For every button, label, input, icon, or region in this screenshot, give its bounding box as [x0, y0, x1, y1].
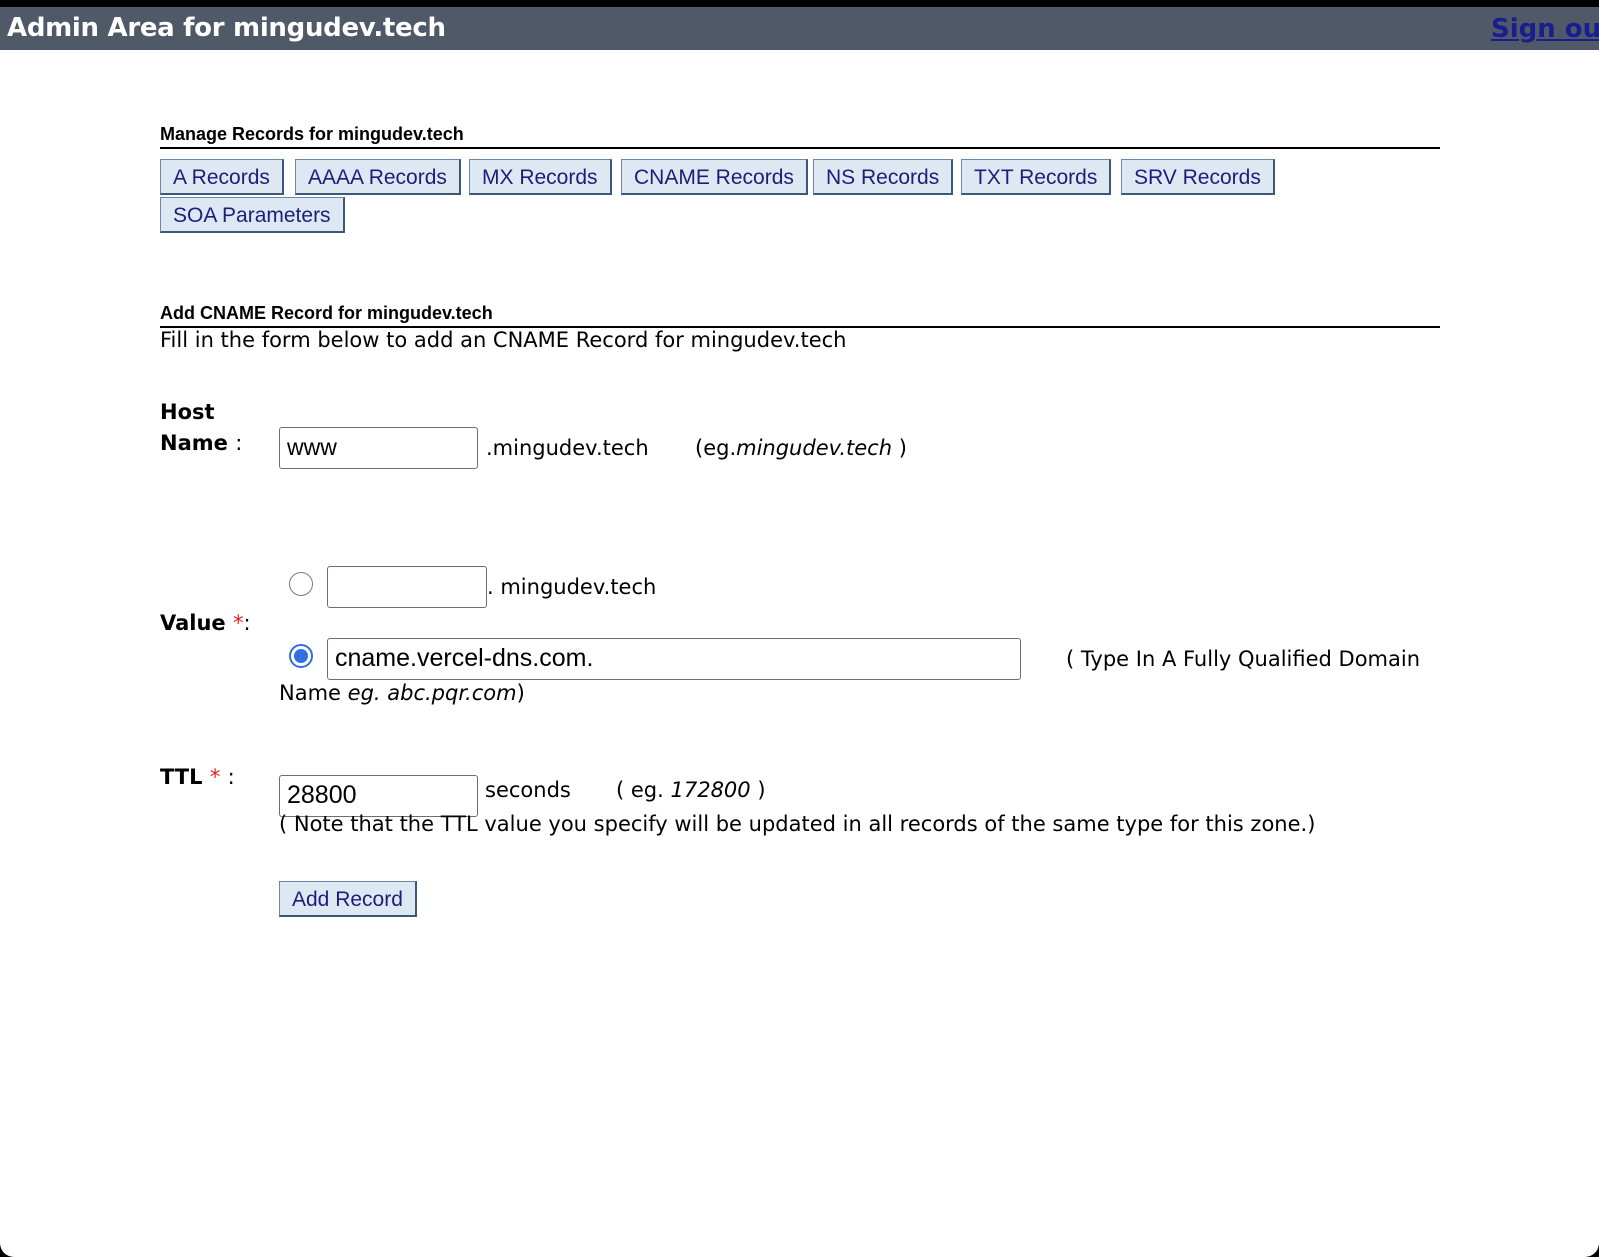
manage-records-title: Manage Records for mingudev.tech: [160, 124, 1440, 149]
fqdn-hint-example: Name eg. abc.pqr.com): [279, 681, 525, 705]
tab-aaaa-records[interactable]: AAAA Records: [295, 159, 461, 195]
tab-srv-records[interactable]: SRV Records: [1121, 159, 1275, 195]
value-subdomain-input[interactable]: [327, 566, 487, 608]
host-suffix: .mingudev.tech: [486, 436, 649, 460]
value-subdomain-suffix: . mingudev.tech: [487, 575, 657, 599]
signout-link[interactable]: Sign out: [1491, 14, 1599, 44]
page-title: Admin Area for mingudev.tech: [7, 13, 446, 43]
host-name-label: Host Name :: [160, 400, 243, 455]
tab-mx-records[interactable]: MX Records: [469, 159, 612, 195]
tab-txt-records[interactable]: TXT Records: [961, 159, 1112, 195]
value-label: Value *:: [160, 611, 251, 635]
add-cname-title: Add CNAME Record for mingudev.tech: [160, 303, 1440, 328]
tab-cname-records[interactable]: CNAME Records: [621, 159, 808, 195]
value-fqdn-radio[interactable]: [289, 644, 313, 668]
header-bar: Admin Area for mingudev.tech Sign out: [0, 7, 1599, 50]
tab-ns-records[interactable]: NS Records: [813, 159, 954, 195]
host-example: (eg.mingudev.tech ): [695, 436, 907, 460]
ttl-unit: seconds: [485, 778, 571, 802]
tab-soa-parameters[interactable]: SOA Parameters: [160, 197, 345, 233]
value-fqdn-input[interactable]: cname.vercel-dns.com.: [327, 638, 1021, 680]
add-record-button[interactable]: Add Record: [279, 881, 417, 917]
form-description: Fill in the form below to add an CNAME R…: [160, 328, 847, 352]
required-marker: *: [232, 611, 244, 635]
ttl-note: ( Note that the TTL value you specify wi…: [279, 812, 1316, 836]
tab-a-records[interactable]: A Records: [160, 159, 284, 195]
fqdn-hint: ( Type In A Fully Qualified Domain: [1066, 647, 1421, 671]
ttl-example: ( eg. 172800 ): [616, 778, 766, 802]
page: Admin Area for mingudev.tech Sign out Ma…: [0, 7, 1599, 1257]
ttl-input[interactable]: 28800: [279, 775, 478, 817]
host-name-input[interactable]: www: [279, 427, 478, 469]
ttl-label: TTL * :: [160, 765, 235, 789]
value-subdomain-radio[interactable]: [289, 572, 313, 596]
